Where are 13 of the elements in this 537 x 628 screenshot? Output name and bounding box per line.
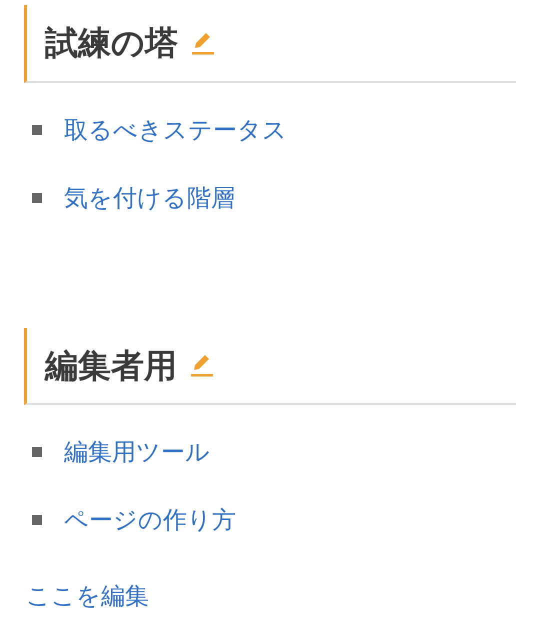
bullet-icon — [32, 447, 42, 458]
edit-icon[interactable] — [191, 353, 213, 378]
page-link[interactable]: ページの作り方 — [64, 502, 236, 538]
bullet-icon — [32, 515, 42, 526]
page-link[interactable]: 取るべきステータス — [64, 112, 287, 148]
page-link[interactable]: 編集用ツール — [64, 434, 210, 470]
bullet-icon — [32, 124, 42, 135]
edit-link[interactable]: ここを編集 — [24, 578, 149, 614]
section-heading: 試練の塔 — [45, 23, 178, 63]
page-link[interactable]: 気を付ける階層 — [64, 180, 235, 216]
edit-icon[interactable] — [192, 30, 214, 55]
section-heading: 編集者用 — [45, 346, 177, 386]
bullet-icon — [32, 192, 42, 203]
